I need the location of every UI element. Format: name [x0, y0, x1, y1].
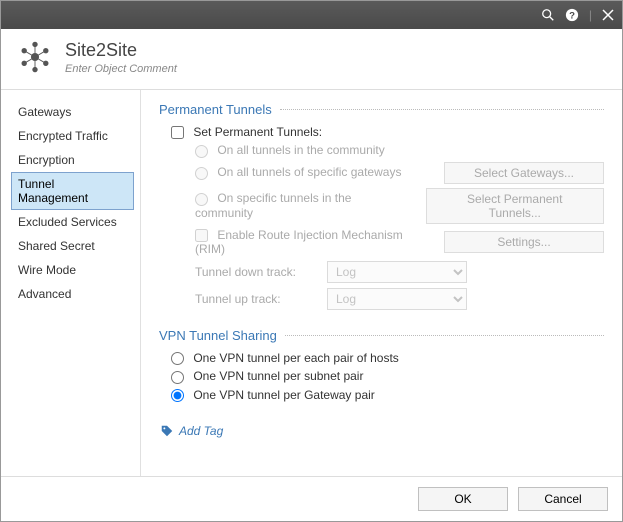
- opt-specific-radio: On specific tunnels in the community: [195, 191, 410, 219]
- object-comment-input[interactable]: Enter Object Comment: [65, 63, 177, 75]
- sidebar-item-shared-secret[interactable]: Shared Secret: [11, 234, 134, 258]
- dialog-window: ? | Site2Site Enter Object Comm: [0, 0, 623, 522]
- opt-all-tunnels-input: [195, 145, 208, 158]
- set-permanent-tunnels-input[interactable]: [171, 126, 184, 139]
- sidebar-item-tunnel-management[interactable]: Tunnel Management: [11, 172, 134, 210]
- tunnel-down-track-label: Tunnel down track:: [195, 265, 315, 279]
- add-tag-label: Add Tag: [179, 424, 223, 438]
- sharing-hosts-label: One VPN tunnel per each pair of hosts: [193, 351, 398, 365]
- tunnel-up-track-label: Tunnel up track:: [195, 292, 315, 306]
- rim-settings-button: Settings...: [444, 231, 604, 253]
- sidebar-item-gateways[interactable]: Gateways: [11, 100, 134, 124]
- content-panel: Permanent Tunnels Set Permanent Tunnels:…: [141, 90, 622, 476]
- sharing-gateway-input[interactable]: [171, 389, 184, 402]
- svg-text:?: ?: [569, 11, 575, 22]
- section-divider: [280, 109, 604, 110]
- opt-all-tunnels-radio: On all tunnels in the community: [195, 143, 385, 157]
- opt-gateways-label: On all tunnels of specific gateways: [217, 165, 401, 179]
- opt-gateways-radio: On all tunnels of specific gateways: [195, 165, 401, 179]
- titlebar-separator: |: [589, 8, 592, 22]
- cancel-button[interactable]: Cancel: [518, 487, 608, 511]
- sharing-subnet-radio[interactable]: One VPN tunnel per subnet pair: [171, 369, 363, 383]
- sharing-gateway-label: One VPN tunnel per Gateway pair: [193, 388, 374, 402]
- opt-specific-label: On specific tunnels in the community: [195, 191, 351, 219]
- set-permanent-tunnels-checkbox[interactable]: Set Permanent Tunnels:: [171, 125, 322, 139]
- opt-rim-label: Enable Route Injection Mechanism (RIM): [195, 228, 403, 256]
- sidebar-item-encrypted-traffic[interactable]: Encrypted Traffic: [11, 124, 134, 148]
- tunnel-down-track-select: Log: [327, 261, 467, 283]
- tunnel-up-track-select: Log: [327, 288, 467, 310]
- close-icon[interactable]: [602, 9, 614, 21]
- section-divider: [285, 335, 604, 336]
- section-vpn-sharing: VPN Tunnel Sharing: [159, 328, 604, 343]
- dialog-footer: OK Cancel: [1, 476, 622, 521]
- add-tag-button[interactable]: Add Tag: [159, 424, 604, 438]
- sidebar-item-excluded-services[interactable]: Excluded Services: [11, 210, 134, 234]
- opt-specific-input: [195, 193, 208, 206]
- search-icon[interactable]: [541, 8, 555, 22]
- page-title: Site2Site: [65, 40, 177, 61]
- select-permanent-tunnels-button: Select Permanent Tunnels...: [426, 188, 605, 224]
- section-title-label: VPN Tunnel Sharing: [159, 328, 277, 343]
- sidebar-item-encryption[interactable]: Encryption: [11, 148, 134, 172]
- set-permanent-tunnels-label: Set Permanent Tunnels:: [193, 125, 322, 139]
- ok-button[interactable]: OK: [418, 487, 508, 511]
- opt-all-tunnels-label: On all tunnels in the community: [217, 143, 384, 157]
- sidebar-item-wire-mode[interactable]: Wire Mode: [11, 258, 134, 282]
- sharing-subnet-input[interactable]: [171, 371, 184, 384]
- help-icon[interactable]: ?: [565, 8, 579, 22]
- select-gateways-button: Select Gateways...: [444, 162, 604, 184]
- opt-gateways-input: [195, 167, 208, 180]
- section-title-label: Permanent Tunnels: [159, 102, 272, 117]
- sharing-hosts-radio[interactable]: One VPN tunnel per each pair of hosts: [171, 351, 399, 365]
- opt-rim-input: [195, 229, 208, 242]
- sidebar-item-advanced[interactable]: Advanced: [11, 282, 134, 306]
- tag-icon: [161, 425, 173, 437]
- sidebar: Gateways Encrypted Traffic Encryption Tu…: [1, 90, 141, 476]
- titlebar: ? |: [1, 1, 622, 29]
- dialog-header: Site2Site Enter Object Comment: [1, 29, 622, 90]
- sharing-gateway-radio[interactable]: One VPN tunnel per Gateway pair: [171, 388, 375, 402]
- section-permanent-tunnels: Permanent Tunnels: [159, 102, 604, 117]
- mesh-icon: [17, 39, 53, 75]
- opt-rim-checkbox: Enable Route Injection Mechanism (RIM): [195, 228, 428, 256]
- sharing-hosts-input[interactable]: [171, 352, 184, 365]
- sharing-subnet-label: One VPN tunnel per subnet pair: [193, 369, 363, 383]
